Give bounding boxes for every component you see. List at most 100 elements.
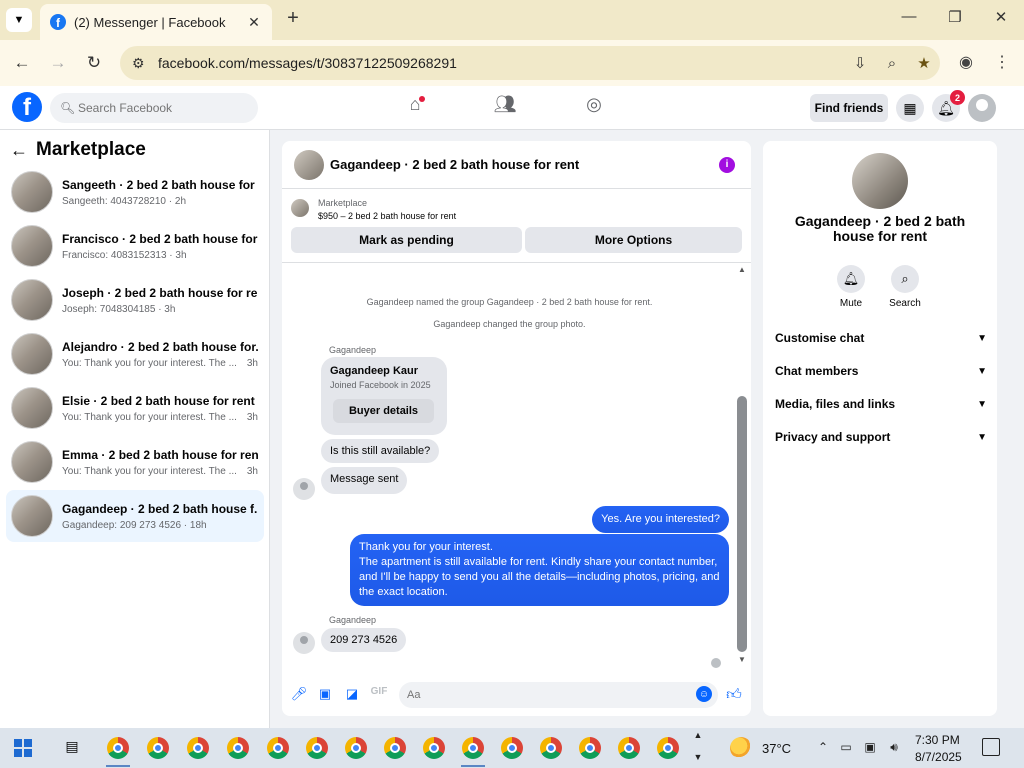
friends-icon[interactable]: 👥︎ bbox=[490, 94, 520, 122]
facebook-logo[interactable]: f bbox=[12, 92, 42, 122]
sender-avatar[interactable] bbox=[293, 632, 315, 654]
clock-date[interactable]: 8/7/2025 bbox=[915, 750, 962, 764]
chrome-icon[interactable] bbox=[227, 737, 249, 759]
conversation-item[interactable]: Alejandro · 2 bed 2 bath house for... You… bbox=[6, 328, 264, 380]
facebook-search[interactable]: 🔍︎ bbox=[50, 93, 258, 123]
account-avatar[interactable] bbox=[968, 94, 996, 122]
chrome-icon[interactable] bbox=[306, 737, 328, 759]
weather-icon[interactable] bbox=[730, 737, 752, 759]
chat-title[interactable]: Gagandeep · 2 bed 2 bath house for rent bbox=[330, 157, 719, 172]
chrome-icon[interactable] bbox=[579, 737, 601, 759]
privacy-support-row[interactable]: Privacy and support ▼ bbox=[775, 428, 987, 446]
sticker-icon[interactable]: ◪ bbox=[343, 686, 361, 704]
groups-icon[interactable]: ◎ bbox=[579, 94, 609, 122]
message-input[interactable] bbox=[399, 682, 718, 708]
minimize-button[interactable]: — bbox=[896, 8, 922, 32]
conversation-item[interactable]: Sangeeth · 2 bed 2 bath house for ... San… bbox=[6, 166, 264, 218]
zoom-icon[interactable]: ⌕ bbox=[876, 55, 908, 72]
mute-action[interactable]: 🔔︎ Mute bbox=[831, 265, 871, 309]
site-info-icon[interactable]: ⚙ bbox=[132, 55, 150, 72]
incoming-message[interactable]: Is this still available? bbox=[321, 439, 440, 463]
menu-grid-icon[interactable]: ▦ bbox=[896, 94, 924, 122]
outgoing-message[interactable]: Thank you for your interest. The apartme… bbox=[350, 534, 729, 606]
conversation-item[interactable]: Emma · 2 bed 2 bath house for rent You: T… bbox=[6, 436, 264, 488]
chrome-icon[interactable] bbox=[384, 737, 406, 759]
install-app-icon[interactable]: ⇩ bbox=[844, 54, 876, 72]
section-label: Media, files and links bbox=[775, 397, 896, 411]
chrome-icon[interactable] bbox=[501, 737, 523, 759]
marketplace-title: Marketplace bbox=[36, 139, 146, 160]
chat-thumbnail[interactable] bbox=[294, 149, 324, 180]
marketplace-listing-bar: Marketplace $950 – 2 bed 2 bath house fo… bbox=[282, 189, 751, 263]
window-close-button[interactable]: ✕ bbox=[988, 8, 1014, 32]
outgoing-message[interactable]: Yes. Are you interested? bbox=[592, 506, 729, 533]
home-icon[interactable]: ⌂ bbox=[400, 94, 430, 122]
incoming-message[interactable]: Message sent bbox=[321, 467, 408, 494]
chrome-icon[interactable] bbox=[540, 737, 562, 759]
browser-tab-messenger[interactable]: f (2) Messenger | Facebook ✕ bbox=[40, 4, 272, 40]
task-view-icon[interactable]: ▤ bbox=[62, 738, 82, 758]
media-files-links-row[interactable]: Media, files and links ▼ bbox=[775, 395, 987, 413]
meet-now-icon[interactable]: ▭ bbox=[838, 740, 854, 756]
bookmark-star-icon[interactable]: ★ bbox=[908, 54, 940, 72]
chrome-icon[interactable] bbox=[107, 737, 129, 759]
search-action[interactable]: ⌕ Search bbox=[885, 265, 925, 309]
incoming-message[interactable]: 209 273 4526 bbox=[321, 628, 407, 652]
chrome-icon[interactable] bbox=[423, 737, 445, 759]
microphone-icon[interactable]: 🎤︎ bbox=[290, 686, 308, 704]
buyer-details-button[interactable]: Buyer details bbox=[333, 399, 434, 423]
customise-chat-row[interactable]: Customise chat ▼ bbox=[775, 329, 987, 347]
taskbar-scroll-down-icon[interactable]: ▼ bbox=[690, 752, 706, 768]
chrome-icon[interactable] bbox=[462, 737, 484, 759]
address-bar[interactable]: ⚙ facebook.com/messages/t/30837122509268… bbox=[120, 46, 940, 80]
scroll-down-arrow-icon[interactable]: ▼ bbox=[737, 655, 747, 664]
forward-arrow-icon[interactable]: → bbox=[45, 50, 71, 76]
chrome-icon[interactable] bbox=[345, 737, 367, 759]
back-arrow-icon[interactable]: ← bbox=[10, 140, 36, 161]
chrome-icon[interactable] bbox=[657, 737, 679, 759]
chrome-icon[interactable] bbox=[147, 737, 169, 759]
find-friends-button[interactable]: Find friends bbox=[810, 94, 888, 122]
emoji-icon[interactable]: ☺ bbox=[696, 686, 712, 702]
conversation-item-selected[interactable]: Gagandeep · 2 bed 2 bath house f... Gagan… bbox=[6, 490, 264, 542]
scroll-up-arrow-icon[interactable]: ▲ bbox=[737, 265, 747, 274]
facebook-search-input[interactable] bbox=[78, 101, 248, 115]
browser-menu-icon[interactable]: ⋮ bbox=[989, 50, 1015, 76]
chat-members-row[interactable]: Chat members ▼ bbox=[775, 362, 987, 380]
conversation-item[interactable]: Joseph · 2 bed 2 bath house for rent Jose… bbox=[6, 274, 264, 326]
tab-close-icon[interactable]: ✕ bbox=[244, 14, 264, 31]
chrome-icon[interactable] bbox=[267, 737, 289, 759]
scrollbar-thumb[interactable] bbox=[737, 396, 747, 652]
volume-icon[interactable]: 🔊︎ bbox=[886, 740, 902, 756]
conversation-item[interactable]: Francisco · 2 bed 2 bath house for ... Fr… bbox=[6, 220, 264, 272]
sender-avatar[interactable] bbox=[293, 478, 315, 500]
mark-as-pending-button[interactable]: Mark as pending bbox=[291, 227, 522, 253]
chat-photo[interactable] bbox=[852, 153, 908, 209]
windows-start-icon[interactable] bbox=[14, 739, 32, 757]
thumbs-up-icon[interactable]: 👍︎ bbox=[725, 686, 743, 704]
listing-price[interactable]: $950 – 2 bed 2 bath house for rent bbox=[318, 211, 456, 221]
show-hidden-icons-chevron-icon[interactable]: ⌃ bbox=[815, 740, 831, 756]
chrome-icon[interactable] bbox=[618, 737, 640, 759]
tab-search-menu-button[interactable]: ▼ bbox=[6, 8, 32, 32]
gif-icon[interactable]: GIF bbox=[370, 686, 388, 704]
url-text[interactable]: facebook.com/messages/t/3083712250926829… bbox=[158, 55, 844, 71]
more-options-button[interactable]: More Options bbox=[525, 227, 742, 253]
photo-icon[interactable]: ▣ bbox=[316, 686, 334, 704]
clock-time[interactable]: 7:30 PM bbox=[915, 733, 960, 747]
info-icon[interactable]: i bbox=[719, 156, 735, 173]
reload-icon[interactable]: ↻ bbox=[81, 50, 107, 76]
action-center-icon[interactable] bbox=[982, 738, 1000, 756]
listing-thumbnail[interactable] bbox=[291, 199, 309, 217]
profile-icon[interactable]: ◉ bbox=[953, 50, 979, 76]
temperature[interactable]: 37°C bbox=[762, 741, 791, 756]
listing-thumbnail bbox=[11, 225, 53, 267]
conversation-name: Joseph · 2 bed 2 bath house for rent bbox=[62, 285, 258, 300]
taskbar-scroll-up-icon[interactable]: ▲ bbox=[690, 730, 706, 746]
chrome-icon[interactable] bbox=[187, 737, 209, 759]
restore-button[interactable]: ❐ bbox=[942, 8, 968, 32]
network-icon[interactable]: ▣ bbox=[862, 740, 878, 756]
back-arrow-icon[interactable]: ← bbox=[9, 50, 35, 76]
conversation-item[interactable]: Elsie · 2 bed 2 bath house for rent You: … bbox=[6, 382, 264, 434]
new-tab-button[interactable]: + bbox=[282, 8, 304, 30]
